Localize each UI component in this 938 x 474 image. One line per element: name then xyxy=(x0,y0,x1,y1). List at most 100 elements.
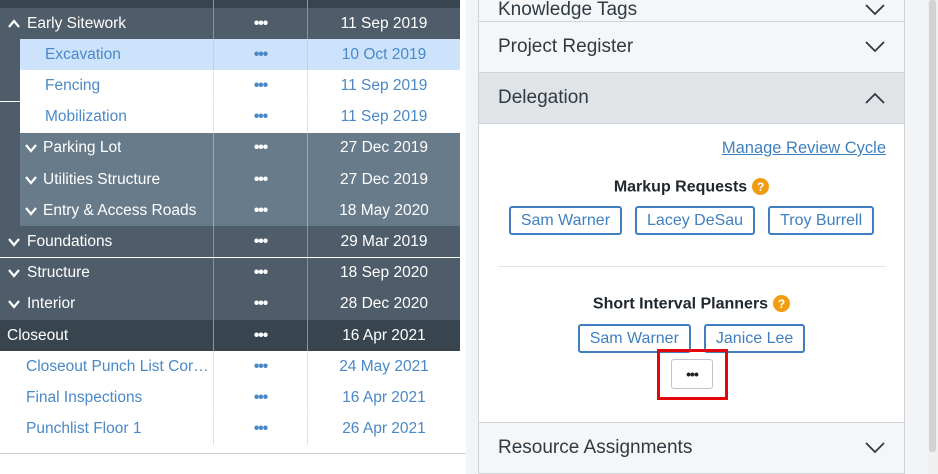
row-actions-button[interactable]: ••• xyxy=(213,133,308,164)
row-actions-button[interactable]: ••• xyxy=(213,102,308,133)
row-date: 28 Dec 2020 xyxy=(340,295,428,313)
accordion-knowledge-tags-label: Knowledge Tags xyxy=(498,0,638,20)
column-divider xyxy=(213,132,214,164)
help-icon[interactable]: ? xyxy=(773,295,791,312)
row-name-cell: Utilities Structure xyxy=(0,164,213,195)
scrollbar-thumb[interactable] xyxy=(929,0,936,452)
table-row[interactable]: Closeout Punch List Corrections••• 24 May… xyxy=(0,351,460,383)
row-name-cell: Interior xyxy=(0,289,213,320)
row-actions-button[interactable]: ••• xyxy=(213,8,308,39)
row-actions-button[interactable]: ••• xyxy=(213,39,308,70)
row-actions-button[interactable]: ••• xyxy=(213,351,308,382)
table-row[interactable]: Excavation ••• 10 Oct 2019 xyxy=(0,39,460,71)
column-divider xyxy=(307,382,308,414)
expand-chevron-icon[interactable] xyxy=(24,141,38,155)
row-date: 18 Sep 2020 xyxy=(340,264,428,282)
table-row[interactable]: Punchlist Floor 1 ••• 26 Apr 2021 xyxy=(0,413,460,445)
row-name: Excavation xyxy=(45,45,121,63)
expand-chevron-icon[interactable] xyxy=(7,266,21,280)
row-actions-button[interactable]: ••• xyxy=(213,258,308,289)
row-name-cell: Entry & Access Roads xyxy=(0,195,213,226)
details-panel: Knowledge Tags Project Register Delegati… xyxy=(478,0,905,474)
column-divider xyxy=(307,257,308,289)
row-actions-button[interactable]: ••• xyxy=(213,414,308,445)
column-divider xyxy=(213,195,214,227)
person-chip[interactable]: Troy Burrell xyxy=(768,206,875,235)
help-icon[interactable]: ? xyxy=(752,178,770,195)
row-name-cell: Fencing xyxy=(0,70,213,101)
accordion-resource-assignments[interactable]: Resource Assignments xyxy=(479,422,904,474)
row-name-cell: Excavation xyxy=(0,39,213,70)
short-interval-planners-title: Short Interval Planners xyxy=(592,295,769,313)
chevron-down-icon xyxy=(865,442,885,454)
row-actions-button[interactable]: ••• xyxy=(213,70,308,101)
collapse-chevron-icon[interactable] xyxy=(7,17,21,31)
row-name: Entry & Access Roads xyxy=(43,201,197,219)
row-actions-button[interactable]: ••• xyxy=(213,382,308,413)
column-divider xyxy=(213,164,214,195)
table-row[interactable]: Parking Lot ••• 27 Dec 2019 xyxy=(0,132,460,164)
row-name: Mobilization xyxy=(45,108,127,126)
table-row[interactable]: Interior ••• 28 Dec 2020 xyxy=(0,288,460,320)
table-row[interactable]: Early Sitework ••• 11 Sep 2019 xyxy=(0,8,460,39)
column-divider xyxy=(307,413,308,445)
table-top-strip xyxy=(0,0,460,8)
person-chip[interactable]: Lacey DeSau xyxy=(635,206,756,235)
row-date: 29 Mar 2019 xyxy=(340,232,428,250)
markup-requests-heading: Markup Requests? xyxy=(479,178,904,197)
row-date: 24 May 2021 xyxy=(339,357,429,375)
markup-requests-people: Sam Warner Lacey DeSau Troy Burrell xyxy=(479,206,904,235)
table-row[interactable]: Foundations ••• 29 Mar 2019 xyxy=(0,226,460,258)
row-actions-button[interactable]: ••• xyxy=(213,195,308,226)
accordion-delegation-label: Delegation xyxy=(498,87,589,108)
accordion-project-register-label: Project Register xyxy=(498,36,634,57)
table-row[interactable]: Structure ••• 18 Sep 2020 xyxy=(0,257,460,289)
row-date: 18 May 2020 xyxy=(339,201,429,219)
accordion-delegation[interactable]: Delegation xyxy=(479,73,904,124)
chevron-down-icon xyxy=(865,3,885,15)
short-interval-planners-heading: Short Interval Planners? xyxy=(479,295,904,314)
row-actions-button[interactable]: ••• xyxy=(213,320,308,351)
row-date: 11 Sep 2019 xyxy=(340,14,428,32)
row-date: 10 Oct 2019 xyxy=(341,45,427,63)
row-name-cell: Early Sitework xyxy=(0,8,213,39)
row-name: Early Sitework xyxy=(27,14,127,32)
table-row[interactable]: Closeout ••• 16 Apr 2021 xyxy=(0,320,460,351)
table-row[interactable]: Final Inspections ••• 16 Apr 2021 xyxy=(0,382,460,414)
row-actions-button[interactable]: ••• xyxy=(213,289,308,320)
expand-chevron-icon[interactable] xyxy=(24,173,38,187)
column-divider xyxy=(213,226,214,258)
table-row[interactable]: Entry & Access Roads ••• 18 May 2020 xyxy=(0,195,460,227)
column-divider xyxy=(213,382,214,414)
column-divider xyxy=(307,288,308,320)
column-divider xyxy=(213,320,214,351)
row-name-cell: Closeout xyxy=(0,320,213,351)
row-name: Utilities Structure xyxy=(43,170,161,188)
column-divider xyxy=(213,257,214,289)
person-chip[interactable]: Sam Warner xyxy=(508,206,623,235)
panel-scrollbar[interactable] xyxy=(927,0,938,474)
column-divider xyxy=(213,39,214,71)
row-date: 27 Dec 2019 xyxy=(340,139,428,157)
schedule-table: Early Sitework ••• 11 Sep 2019 Excavation ••… xyxy=(0,0,460,474)
row-actions-button[interactable]: ••• xyxy=(213,226,308,257)
table-row[interactable]: Mobilization ••• 11 Sep 2019 xyxy=(0,101,460,133)
column-divider xyxy=(307,164,308,195)
expand-chevron-icon[interactable] xyxy=(7,297,21,311)
row-name-cell: Parking Lot xyxy=(0,133,213,164)
row-actions-button[interactable]: ••• xyxy=(213,164,308,195)
row-name-cell: Punchlist Floor 1 xyxy=(0,414,213,445)
column-divider xyxy=(213,288,214,320)
column-divider xyxy=(307,39,308,71)
row-name: Final Inspections xyxy=(26,388,143,406)
manage-review-cycle-link[interactable]: Manage Review Cycle xyxy=(722,139,886,158)
column-divider xyxy=(307,195,308,227)
accordion-project-register[interactable]: Project Register xyxy=(479,22,904,73)
column-divider xyxy=(307,226,308,258)
table-row[interactable]: Fencing ••• 11 Sep 2019 xyxy=(0,70,460,102)
expand-chevron-icon[interactable] xyxy=(7,235,21,249)
accordion-knowledge-tags[interactable]: Knowledge Tags xyxy=(479,0,904,22)
column-divider xyxy=(213,413,214,445)
table-row[interactable]: Utilities Structure ••• 27 Dec 2019 xyxy=(0,164,460,195)
expand-chevron-icon[interactable] xyxy=(24,204,38,218)
